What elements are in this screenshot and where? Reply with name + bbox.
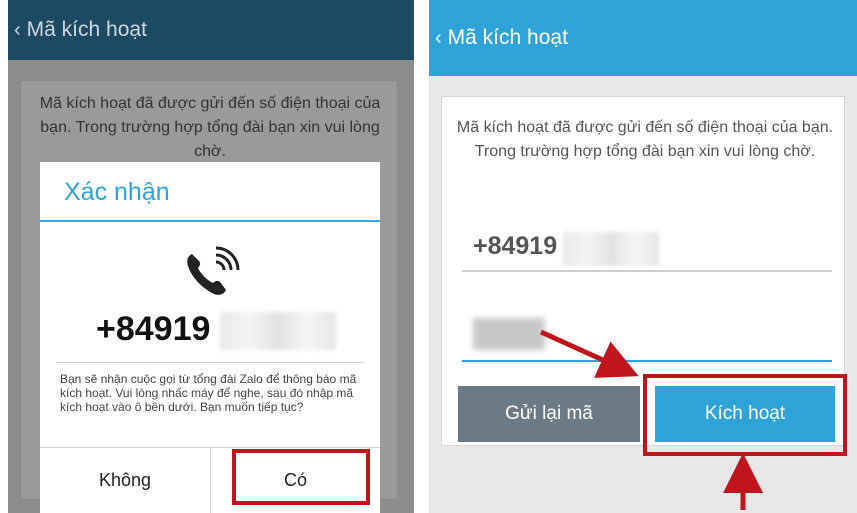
dialog-divider-2 [56,362,364,363]
no-button[interactable]: Không [40,448,210,513]
highlight-box-yes [232,449,370,505]
arrow-to-activate [539,329,639,378]
dialog-title: Xác nhận [64,178,170,206]
header-title: Mã kích hoạt [26,18,147,41]
dialog-divider [40,220,380,222]
dialog-phone-number: +84919 [96,310,211,348]
right-screen: ‹ Mã kích hoạt Mã kích hoạt đã được gửi … [429,0,857,513]
app-header: ‹ Mã kích hoạt [8,0,414,60]
blurred-phone-digits [220,312,336,350]
back-icon[interactable]: ‹ [14,19,21,42]
phone-ringing-icon [187,246,240,295]
annotation-arrows [539,329,763,510]
activation-message: Mã kích hoạt đã được gửi đến số điện tho… [39,95,381,160]
dialog-body: Bạn sẽ nhận cuộc gọi từ tổng đài Zalo để… [60,372,357,414]
left-screen: ‹ Mã kích hoạt Mã kích hoạt đã được gửi … [8,0,414,513]
